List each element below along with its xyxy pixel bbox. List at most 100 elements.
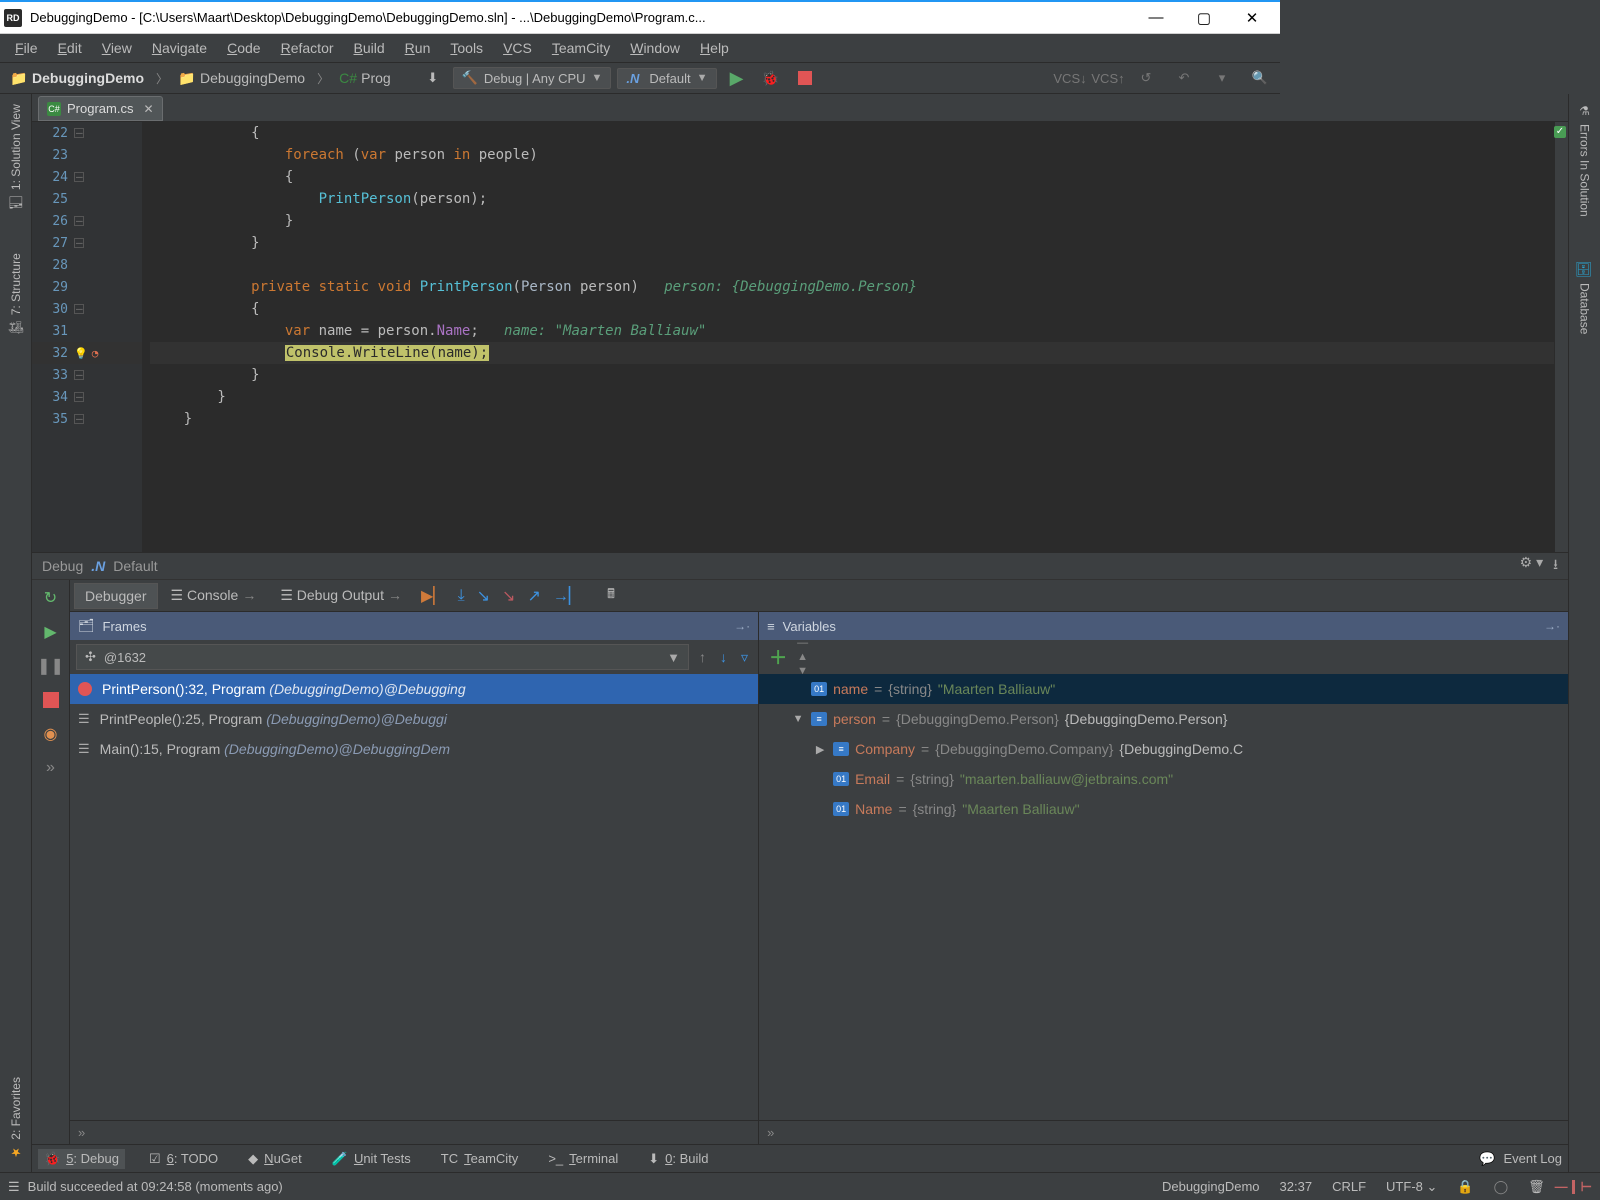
editor-error-strip[interactable]: ✓ (1554, 122, 1568, 552)
pin-icon[interactable]: →· (734, 619, 750, 633)
code-editor[interactable]: 2223 2425 262728 29 3031 32💡◔333435 { fo… (32, 122, 1568, 552)
status-caret-position[interactable]: 32:37 (1270, 1179, 1323, 1194)
run-button[interactable]: ▶ (723, 66, 751, 90)
vcs-update-button[interactable]: VCS↓ (1056, 66, 1084, 90)
tool-tab-errors[interactable]: ⚗Errors In Solution (1576, 98, 1594, 223)
tree-toggle-icon[interactable]: ▼ (791, 713, 805, 725)
variable-row[interactable]: 01 name = {string} "Maarten Balliauw" (759, 674, 1568, 704)
menu-item-build[interactable]: Build (345, 37, 394, 59)
variable-row[interactable]: 01 Email = {string} "maarten.balliauw@je… (759, 764, 1568, 794)
add-watch-button[interactable]: ＋ (765, 644, 791, 670)
next-frame-button[interactable]: ↓ (716, 649, 731, 665)
build-button[interactable]: ⬇ (419, 66, 447, 90)
show-exec-point-button[interactable]: ▶▏ (421, 586, 446, 606)
menu-item-teamcity[interactable]: TeamCity (543, 37, 619, 59)
tool-tab-solution-view[interactable]: 🗂1: Solution View (7, 98, 25, 217)
event-log-button[interactable]: Event Log (1503, 1151, 1562, 1166)
tool-tab-unittests[interactable]: 🧪Unit Tests (326, 1149, 417, 1169)
menu-item-run[interactable]: Run (396, 37, 440, 59)
variable-row[interactable]: 01 Name = {string} "Maarten Balliauw" (759, 794, 1568, 824)
window-maximize-button[interactable]: ▢ (1180, 1, 1228, 35)
force-step-into-button[interactable]: ↘ (502, 586, 515, 606)
vcs-commit-button[interactable]: VCS↑ (1094, 66, 1122, 90)
tool-tab-favorites[interactable]: ★2: Favorites (7, 1071, 25, 1166)
evaluate-expression-button[interactable]: 🖩 (607, 585, 615, 607)
tool-tab-structure[interactable]: 🏗7: Structure (7, 247, 25, 342)
build-config-dropdown[interactable]: 🔨 Debug | Any CPU ▼ (453, 67, 612, 89)
tool-tab-build[interactable]: ⬇0: Build (642, 1149, 714, 1169)
stack-frame[interactable]: ☰Main():15, Program (DebuggingDemo)@Debu… (70, 734, 758, 764)
editor-code-area[interactable]: { foreach (var person in people) { Print… (142, 122, 1568, 552)
menu-item-edit[interactable]: Edit (49, 37, 91, 59)
view-breakpoints-button[interactable]: ◉ (39, 722, 63, 746)
undo-button[interactable]: ↶ (1170, 66, 1198, 90)
variable-icon: 01 (833, 772, 849, 786)
tool-tab-terminal[interactable]: >_Terminal (542, 1149, 624, 1168)
menu-item-refactor[interactable]: Refactor (272, 37, 343, 59)
resume-button[interactable]: ▶ (39, 620, 63, 644)
tool-tab-debug[interactable]: 🐞5: Debug (38, 1149, 125, 1169)
tool-tab-todo[interactable]: ☑6: TODO (143, 1149, 224, 1169)
close-icon[interactable]: ✕ (143, 102, 153, 116)
toolbar: 📁 DebuggingDemo 〉 📁 DebuggingDemo 〉 C# P… (0, 62, 1280, 94)
prev-frame-button[interactable]: ↑ (695, 649, 710, 665)
menu-item-help[interactable]: Help (691, 37, 738, 59)
editor-tab-program-cs[interactable]: C# Program.cs ✕ (38, 96, 163, 121)
menu-item-tools[interactable]: Tools (441, 37, 492, 59)
tab-console[interactable]: ☰ Console→ (160, 582, 268, 609)
tab-debugger[interactable]: Debugger (74, 583, 158, 609)
tool-tab-database[interactable]: 🗄Database (1575, 253, 1595, 340)
menu-item-vcs[interactable]: VCS (494, 37, 541, 59)
flask-icon: ⚗ (1578, 104, 1592, 118)
tree-toggle-icon[interactable]: ▶ (813, 743, 827, 756)
more-debug-actions[interactable]: » (39, 756, 63, 780)
more-actions-dropdown[interactable]: ▾ (1208, 66, 1236, 90)
frames-more[interactable]: » (70, 1120, 758, 1144)
status-context[interactable]: DebuggingDemo (1152, 1179, 1270, 1194)
lock-icon[interactable]: 🔒 (1447, 1179, 1483, 1195)
history-button[interactable]: ↺ (1132, 66, 1160, 90)
menu-item-view[interactable]: View (93, 37, 141, 59)
debug-button[interactable]: 🐞 (757, 66, 785, 90)
status-line-ending[interactable]: CRLF (1322, 1179, 1376, 1194)
window-minimize-button[interactable]: — (1132, 1, 1180, 35)
variable-row[interactable]: ▼≡ person = {DebuggingDemo.Person} {Debu… (759, 704, 1568, 734)
tool-tab-nuget[interactable]: ◆NuGet (242, 1149, 308, 1169)
memory-icon[interactable]: 🗑 (1518, 1179, 1555, 1195)
variables-more[interactable]: » (759, 1120, 1568, 1144)
window-close-button[interactable]: ✕ (1228, 1, 1276, 35)
run-config-dropdown[interactable]: .N Default ▼ (617, 68, 716, 89)
filter-frames-button[interactable]: ▿ (737, 649, 752, 666)
breadcrumb-file[interactable]: C# Prog (335, 68, 397, 88)
rerun-button[interactable]: ↻ (39, 586, 63, 610)
thread-selector[interactable]: ✣ @1632 ▼ (76, 644, 689, 670)
step-over-button[interactable]: ⤓ (458, 587, 465, 605)
stack-frame[interactable]: PrintPerson():32, Program (DebuggingDemo… (70, 674, 758, 704)
run-to-cursor-button[interactable]: →▏ (553, 586, 581, 606)
stop-debug-button[interactable] (39, 688, 63, 712)
breadcrumb-module[interactable]: 📁 DebuggingDemo (174, 68, 311, 88)
search-everywhere-button[interactable]: 🔍 (1246, 66, 1274, 90)
step-out-button[interactable]: ↗ (527, 586, 540, 606)
tool-tab-teamcity[interactable]: TCTeamCity (435, 1149, 525, 1168)
editor-gutter[interactable]: 2223 2425 262728 29 3031 32💡◔333435 (32, 122, 142, 552)
step-into-button[interactable]: ↘ (477, 586, 490, 606)
menu-item-window[interactable]: Window (621, 37, 689, 59)
pause-button[interactable]: ❚❚ (39, 654, 63, 678)
breadcrumb-project[interactable]: 📁 DebuggingDemo (6, 68, 150, 88)
gear-icon[interactable]: ⚙ ▾ (1520, 554, 1543, 578)
inspections-icon[interactable]: ◯ (1484, 1179, 1519, 1195)
variable-row[interactable]: ▶≡ Company = {DebuggingDemo.Company} {De… (759, 734, 1568, 764)
pin-panel-icon[interactable]: ⭳ (1553, 554, 1558, 578)
pin-icon[interactable]: →· (1544, 619, 1560, 633)
menu-item-navigate[interactable]: Navigate (143, 37, 216, 59)
status-encoding[interactable]: UTF-8 ⌄ (1376, 1179, 1447, 1195)
tab-debug-output[interactable]: ☰ Debug Output→ (269, 582, 413, 609)
menu-item-file[interactable]: File (6, 37, 47, 59)
stop-button[interactable] (791, 66, 819, 90)
collapse-button[interactable]: — (797, 637, 1562, 649)
scroll-up-button[interactable]: ▲ (797, 651, 1562, 663)
window-title: DebuggingDemo - [C:\Users\Maart\Desktop\… (30, 10, 1132, 25)
menu-item-code[interactable]: Code (218, 37, 269, 59)
stack-frame[interactable]: ☰PrintPeople():25, Program (DebuggingDem… (70, 704, 758, 734)
